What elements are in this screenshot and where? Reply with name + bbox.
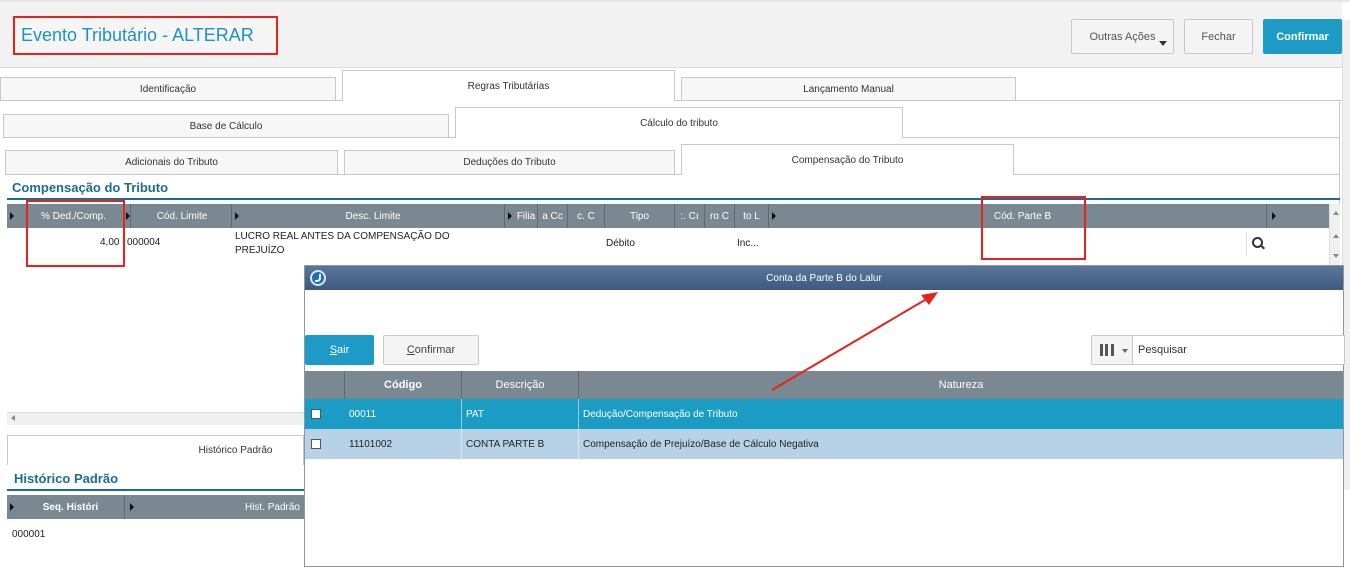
search-input[interactable] (1133, 335, 1345, 365)
scroll-up-icon[interactable] (1333, 211, 1339, 215)
scroll-down-icon[interactable] (1333, 254, 1339, 258)
tab-identificacao[interactable]: Identificação (0, 77, 336, 101)
col-select (305, 371, 345, 399)
column-arrow-icon[interactable] (232, 204, 242, 228)
cell-inc: Inc... (737, 238, 759, 249)
more-actions-button[interactable]: Outras Ações (1071, 19, 1174, 54)
tab-divider (3, 137, 455, 138)
tab-divider (0, 100, 342, 101)
chevron-down-icon (1122, 349, 1128, 353)
column-arrow-icon[interactable] (7, 204, 17, 228)
row-checkbox[interactable] (311, 439, 321, 449)
exit-mnemonic: S (329, 344, 338, 356)
annotation-highlight (981, 196, 1086, 260)
app-logo-icon (310, 270, 326, 286)
search-icon[interactable] (1246, 232, 1268, 256)
columns-icon (1100, 344, 1114, 356)
tab-compensacao-do-tributo[interactable]: Compensação do Tributo (681, 144, 1014, 175)
scroll-left-icon[interactable] (11, 415, 15, 421)
col-natureza[interactable]: Natureza (579, 371, 1343, 399)
row-checkbox[interactable] (311, 409, 321, 419)
col-c-ci[interactable]: :. Cı (675, 204, 705, 228)
dialog-confirm-button[interactable]: Confirmar (383, 335, 479, 365)
col-codigo[interactable]: Código (345, 371, 462, 399)
col-cod-limite[interactable]: Cód. Limite (133, 204, 232, 228)
column-picker-button[interactable] (1091, 335, 1133, 365)
confirm-label: onfirmar (414, 344, 456, 356)
tab-divider (903, 137, 1340, 138)
col-hist-padrao[interactable]: Hist. Padrão (137, 495, 304, 519)
confirm-mnemonic: C (406, 344, 415, 356)
more-actions-label: Outras Ações (1089, 30, 1156, 43)
column-arrow-icon[interactable] (769, 204, 779, 228)
cell-codigo: 00011 (345, 399, 462, 429)
chevron-down-icon (1159, 41, 1167, 46)
tab-regras-tributarias[interactable]: Regras Tributárias (342, 70, 675, 101)
tab-historico-label: Histórico Padrão (198, 445, 273, 456)
column-arrow-icon[interactable] (127, 495, 137, 519)
col-tipo[interactable]: Tipo (605, 204, 675, 228)
tab-calculo-do-tributo[interactable]: Cálculo do tributo (455, 107, 903, 138)
section-title-compensacao: Compensação do Tributo (12, 180, 169, 195)
cell-natureza: Compensação de Prejuízo/Base de Cálculo … (583, 438, 819, 450)
cell-desc-limite-1: LUCRO REAL ANTES DA COMPENSAÇÃO DO (235, 231, 450, 242)
col-c-c[interactable]: c. C (568, 204, 605, 228)
table-row[interactable]: 11101002 CONTA PARTE B Compensação de Pr… (305, 429, 1343, 459)
column-arrow-icon[interactable] (505, 204, 515, 228)
tab-historico-padrao[interactable]: Histórico Padrão (7, 435, 304, 465)
confirm-button[interactable]: Confirmar (1263, 19, 1342, 54)
col-a-cc[interactable]: a Cc (538, 204, 568, 228)
cell-descricao: PAT (462, 399, 579, 429)
cell-descricao: CONTA PARTE B (462, 429, 579, 459)
col-filial[interactable]: Filia (515, 204, 538, 228)
tab-divider (1014, 174, 1340, 175)
cell-desc-limite-2: PREJUÍZO (235, 245, 285, 256)
col-descricao[interactable]: Descrição (462, 371, 579, 399)
tab-base-de-calculo[interactable]: Base de Cálculo (3, 114, 449, 138)
page-header: Evento Tributário - ALTERAR Outras Ações… (0, 2, 1342, 68)
dialog-title: Conta da Parte B do Lalur (766, 272, 882, 284)
cell-seq-historico[interactable]: 000001 (12, 529, 45, 540)
tab-lancamento-manual[interactable]: Lançamento Manual (681, 77, 1016, 101)
section-underline (7, 489, 304, 491)
grid-horizontal-scrollbar[interactable] (7, 412, 304, 425)
annotation-arrow-icon (771, 292, 938, 391)
exit-button[interactable]: Sair (305, 335, 374, 365)
col-seq-historico[interactable]: Seq. Históri (17, 495, 125, 519)
tab-divider (5, 174, 681, 175)
tab-divider (675, 100, 1342, 101)
cell-tipo: Débito (606, 238, 635, 249)
column-arrow-icon[interactable] (1269, 204, 1279, 228)
cell-codigo: 11101002 (345, 429, 462, 459)
section-underline (7, 198, 1340, 200)
col-ro-c[interactable]: ro C (705, 204, 735, 228)
section-title-historico: Histórico Padrão (14, 471, 119, 486)
tab-deducoes-do-tributo[interactable]: Deduções do Tributo (344, 150, 675, 174)
tab-adicionais-do-tributo[interactable]: Adicionais do Tributo (5, 150, 338, 174)
column-arrow-icon[interactable] (7, 495, 17, 519)
historico-grid-header: Seq. Históri Hist. Padrão (7, 495, 304, 519)
col-to-l[interactable]: to L (735, 204, 769, 228)
col-desc-limite[interactable]: Desc. Limite (242, 204, 505, 228)
compensacao-grid-header: % Ded./Comp. Cód. Limite Desc. Limite Fi… (7, 204, 1329, 228)
cell-cod-limite: 000004 (127, 237, 161, 248)
close-button[interactable]: Fechar (1184, 19, 1253, 54)
exit-label: air (337, 344, 350, 356)
page-title: Evento Tributário - ALTERAR (13, 16, 278, 55)
annotation-highlight (26, 200, 125, 267)
grid-scrollbar[interactable] (1329, 204, 1340, 266)
scroll-up-icon[interactable] (1333, 234, 1339, 238)
table-row[interactable]: 00011 PAT Dedução/Compensação de Tributo (305, 399, 1343, 429)
cell-natureza: Dedução/Compensação de Tributo (583, 408, 738, 420)
